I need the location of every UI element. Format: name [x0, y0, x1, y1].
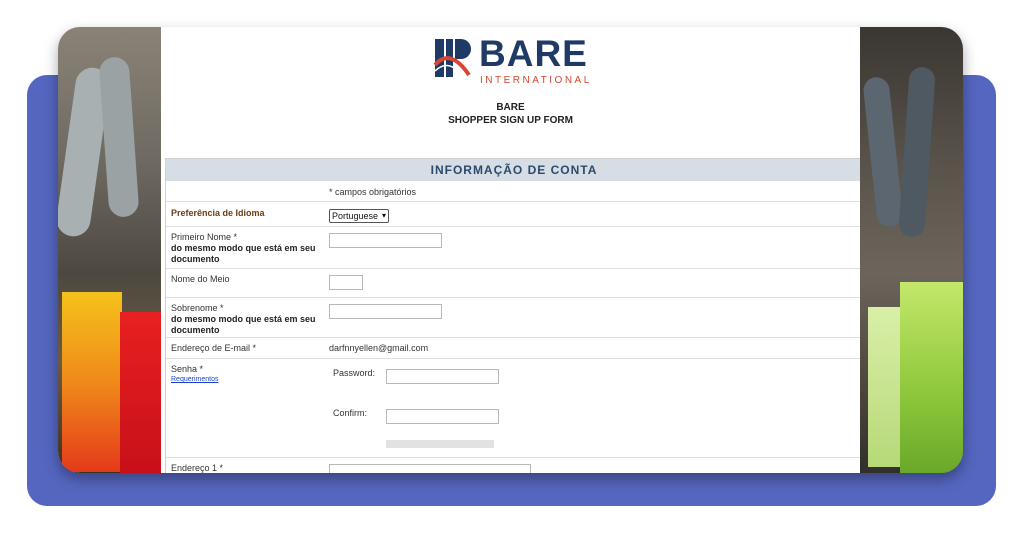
first-name-label-text: Primeiro Nome * [171, 232, 238, 242]
language-label: Preferência de Idioma [171, 208, 265, 218]
confirm-password-input[interactable] [386, 409, 499, 424]
required-note-row: * campos obrigatórios [166, 181, 860, 201]
shopping-bag-green [900, 282, 963, 473]
photo-leg [898, 66, 936, 238]
signup-page: BARE INTERNATIONAL BARE SHOPPER SIGN UP … [161, 27, 860, 473]
address1-label: Endereço 1 * [171, 463, 224, 473]
first-name-row: Primeiro Nome * do mesmo modo que está e… [166, 226, 860, 269]
shopping-bag-red [120, 312, 161, 473]
form-title: SHOPPER SIGN UP FORM [448, 115, 573, 126]
last-name-label-text: Sobrenome * [171, 303, 224, 313]
password-input[interactable] [386, 369, 499, 384]
logo-subtitle: INTERNATIONAL [480, 75, 592, 86]
left-background-photo [58, 27, 161, 473]
photo-leg [98, 56, 140, 218]
first-name-hint: do mesmo modo que está em seu documento [171, 243, 316, 264]
language-row: Preferência de Idioma Portuguese ▾ [166, 201, 860, 227]
password-row: Senha * Requerimentos Password: Confirm: [166, 358, 860, 458]
address1-input[interactable] [329, 464, 531, 473]
last-name-hint: do mesmo modo que está em seu documento [171, 314, 316, 335]
screenshot-frame: BARE INTERNATIONAL BARE SHOPPER SIGN UP … [58, 27, 963, 473]
middle-name-label: Nome do Meio [171, 274, 230, 284]
first-name-input[interactable] [329, 233, 442, 248]
required-note: * campos obrigatórios [329, 187, 417, 197]
language-select-value: Portuguese [332, 211, 379, 221]
last-name-input[interactable] [329, 304, 442, 319]
first-name-label: Primeiro Nome * do mesmo modo que está e… [171, 232, 321, 265]
company-title: BARE [496, 102, 525, 113]
language-select[interactable]: Portuguese ▾ [329, 209, 389, 223]
section-header: INFORMAÇÃO DE CONTA [166, 159, 860, 181]
bare-logo: BARE INTERNATIONAL [433, 33, 603, 86]
bare-logo-icon [433, 39, 471, 80]
account-info-form: INFORMAÇÃO DE CONTA * campos obrigatório… [165, 158, 860, 473]
middle-name-input[interactable] [329, 275, 363, 290]
confirm-field-label: Confirm: [333, 408, 368, 418]
last-name-row: Sobrenome * do mesmo modo que está em se… [166, 297, 860, 338]
email-row: Endereço de E-mail * darfnnyellen@gmail.… [166, 337, 860, 359]
password-field-label: Password: [333, 368, 376, 378]
shopping-bag-orange [62, 292, 122, 472]
right-background-photo [860, 27, 963, 473]
last-name-label: Sobrenome * do mesmo modo que está em se… [171, 303, 321, 336]
middle-name-row: Nome do Meio [166, 268, 860, 298]
address1-row: Endereço 1 * [166, 457, 860, 473]
email-value: darfnnyellen@gmail.com [329, 343, 429, 353]
email-label: Endereço de E-mail * [171, 343, 257, 353]
chevron-down-icon: ▾ [381, 211, 386, 220]
photo-leg [862, 76, 904, 228]
password-strength-bar [386, 440, 494, 448]
requirements-link[interactable]: Requerimentos [171, 376, 218, 383]
password-label: Senha * [171, 364, 204, 374]
logo-wordmark: BARE [479, 33, 588, 74]
